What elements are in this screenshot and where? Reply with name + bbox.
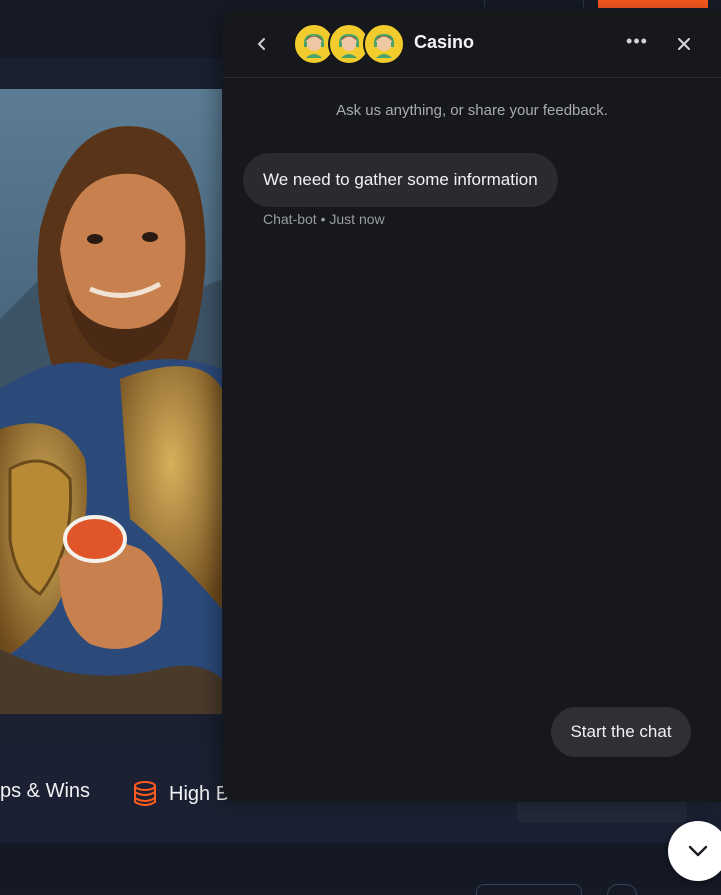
support-agent-avatar: [363, 23, 405, 65]
chat-title: Casino: [414, 32, 475, 52]
chevron-left-icon[interactable]: [247, 29, 277, 59]
chat-intro-text: Ask us anything, or share your feedback.: [336, 102, 608, 119]
message-sender: Chat-bot: [263, 211, 317, 227]
header-divider: [583, 0, 584, 8]
header-divider: [484, 0, 485, 8]
page-footer-strip: [0, 843, 721, 888]
sign-up-button-edge[interactable]: [598, 0, 708, 8]
promo-tab-label: ps & Wins: [0, 780, 91, 802]
message-meta: Chat-bot • Just now: [263, 211, 385, 227]
chat-header: Casino •••: [223, 10, 721, 78]
chevron-down-icon[interactable]: [668, 821, 721, 881]
hero-illustration: [0, 89, 222, 714]
close-icon[interactable]: [669, 29, 699, 59]
chat-widget: Casino ••• Ask us anything, or share you…: [223, 10, 721, 802]
hero-banner-image[interactable]: [0, 89, 222, 714]
meta-separator: •: [320, 211, 326, 227]
bot-message-bubble: We need to gather some information: [243, 153, 558, 207]
footer-round-button[interactable]: [607, 884, 637, 895]
promo-tab-tips-wins[interactable]: ps & Wins: [0, 780, 90, 803]
footer-button[interactable]: [476, 884, 582, 895]
agent-avatars: [293, 23, 405, 65]
start-chat-button[interactable]: Start the chat: [551, 707, 691, 757]
message-time: Just now: [329, 211, 385, 227]
more-horizontal-icon[interactable]: •••: [621, 30, 653, 56]
coins-icon: [134, 781, 156, 806]
